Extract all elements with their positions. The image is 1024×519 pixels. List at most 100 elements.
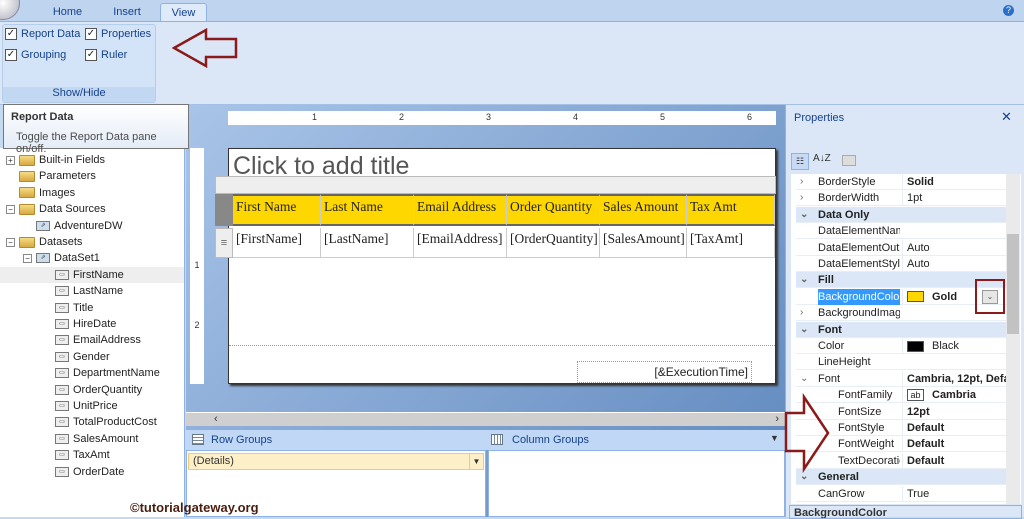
scroll-right-icon[interactable]: › (775, 413, 779, 425)
tree-item[interactable]: ▭ SalesAmount (55, 431, 138, 447)
vertical-scrollbar[interactable] (1006, 174, 1020, 504)
property-value-cell[interactable]: ab Cambria (902, 387, 1006, 404)
tree-item[interactable]: ▭ OrderDate (55, 464, 124, 480)
collapse-icon[interactable]: ⌄ (800, 207, 808, 223)
color-dropdown-chevron-icon[interactable]: ⌄ (982, 290, 998, 304)
property-row[interactable]: CanGrow True (796, 485, 1006, 502)
property-row[interactable]: › BorderStyle Solid (796, 174, 1006, 190)
header-cell[interactable]: Tax Amt (687, 194, 775, 226)
app-button[interactable] (0, 0, 20, 20)
header-cell[interactable]: Last Name (321, 194, 414, 226)
property-value-cell[interactable]: 1pt (902, 190, 1006, 207)
header-cell[interactable]: First Name (233, 194, 321, 226)
collapse-icon[interactable]: − (6, 237, 15, 247)
detail-cell[interactable]: [SalesAmount] (600, 228, 687, 258)
tree-item-label: Gender (73, 350, 110, 363)
property-category[interactable]: ⌄ Data Only (796, 206, 1006, 223)
details-row-handle-icon[interactable]: ≡ (215, 228, 233, 258)
report-data-checkbox[interactable]: ✓ Report Data (5, 28, 80, 40)
column-handles[interactable] (215, 176, 776, 194)
category-label: Fill (818, 274, 834, 287)
header-cell[interactable]: Sales Amount (600, 194, 687, 226)
tree-item[interactable]: Parameters (6, 168, 96, 184)
properties-checkbox[interactable]: ✓ Properties (85, 28, 151, 40)
scroll-left-icon[interactable]: ‹ (214, 413, 218, 425)
chevron-down-icon[interactable]: ▼ (469, 454, 483, 469)
detail-cell[interactable]: [TaxAmt] (687, 228, 775, 258)
row-handle[interactable] (215, 194, 233, 226)
dropdown-arrow-icon[interactable]: ▼ (770, 433, 779, 443)
property-value-cell[interactable]: Solid (902, 174, 1006, 190)
tree-item[interactable]: − ⇗ DataSet1 (23, 250, 100, 266)
detail-cell[interactable]: [FirstName] (233, 228, 321, 258)
tab-insert[interactable]: Insert (103, 3, 151, 22)
property-value-cell[interactable]: Default (902, 420, 1006, 436)
tree-item-label: DepartmentName (73, 367, 160, 380)
detail-cell[interactable]: [EmailAddress] (414, 228, 507, 258)
tree-item[interactable]: ▭ UnitPrice (55, 398, 118, 414)
tablix[interactable]: ≡ First Name [FirstName] Last Name [LastName… (215, 176, 776, 258)
collapse-icon[interactable]: ⌄ (800, 322, 808, 338)
expand-icon[interactable]: › (800, 305, 803, 321)
tree-item[interactable]: ▭ TaxAmt (55, 447, 110, 463)
grouping-checkbox[interactable]: ✓ Grouping (5, 49, 66, 61)
ruler-checkbox[interactable]: ✓ Ruler (85, 49, 127, 61)
property-pages-icon[interactable] (842, 155, 856, 166)
tree-item[interactable]: ▭ LastName (55, 283, 123, 299)
tree-item[interactable]: − Data Sources (6, 201, 106, 217)
property-row[interactable]: ⌄ Font Cambria, 12pt, Default (796, 370, 1006, 387)
field-icon: ▭ (55, 384, 69, 395)
tree-item[interactable]: ▭ OrderQuantity (55, 382, 142, 398)
property-row[interactable]: DataElementOutput Auto (796, 239, 1006, 256)
tree-item[interactable]: ▭ EmailAddress (55, 332, 141, 348)
expand-icon[interactable]: + (6, 155, 15, 165)
header-cell[interactable]: Order Quantity (507, 194, 600, 226)
expand-icon[interactable]: › (800, 174, 803, 190)
header-cell[interactable]: Email Address (414, 194, 507, 226)
property-value-cell[interactable]: Black (902, 338, 1006, 354)
property-value-cell[interactable]: Auto (902, 239, 1006, 256)
horizontal-scrollbar[interactable]: ‹ › (186, 412, 785, 426)
property-value-cell[interactable]: Cambria, 12pt, Default (902, 370, 1006, 387)
tree-item[interactable]: ▭ HireDate (55, 316, 116, 332)
details-group[interactable]: (Details) ▼ (188, 453, 484, 470)
sort-alphabetical-icon[interactable]: A↓Z (813, 153, 831, 164)
property-row[interactable]: LineHeight (796, 354, 1006, 371)
tree-item[interactable]: − Datasets (6, 234, 82, 250)
tree-item[interactable]: ▭ TotalProductCost (55, 414, 157, 430)
tree-item[interactable]: ⇗ AdventureDW (23, 218, 122, 234)
property-value-cell[interactable]: Default (902, 436, 1006, 453)
tree-item[interactable]: ▭ Title (55, 300, 93, 316)
categorized-icon[interactable]: ☷ (791, 153, 809, 170)
property-name: FontStyle (838, 422, 885, 434)
scrollbar-thumb[interactable] (1007, 234, 1019, 334)
expand-icon[interactable]: ⌄ (800, 371, 808, 387)
tree-item[interactable]: Images (6, 185, 75, 201)
property-row[interactable]: › BorderWidth 1pt (796, 190, 1006, 207)
category-label: Data Only (818, 208, 870, 221)
property-category[interactable]: ⌄ Font (796, 321, 1006, 338)
tree-item-label: EmailAddress (73, 334, 141, 347)
tab-view[interactable]: View (160, 3, 207, 22)
tree-item[interactable]: ▭ Gender (55, 349, 110, 365)
tree-item[interactable]: ▭ DepartmentName (55, 365, 160, 381)
detail-cell[interactable]: [OrderQuantity] (507, 228, 600, 258)
tab-home[interactable]: Home (45, 3, 90, 22)
expand-icon[interactable]: › (800, 190, 803, 206)
property-value-cell[interactable]: Auto (902, 256, 1006, 272)
collapse-icon[interactable]: − (6, 204, 15, 214)
property-value-cell[interactable]: 12pt (902, 403, 1006, 420)
property-value-cell[interactable]: Default (902, 452, 1006, 469)
tree-item[interactable]: ▭ FirstName (0, 266, 184, 283)
property-row[interactable]: DataElementStyle Auto (796, 256, 1006, 272)
collapse-icon[interactable]: ⌄ (800, 272, 808, 288)
ruler-tick: 1 (312, 112, 318, 122)
execution-time-textbox[interactable]: [&ExecutionTime] (577, 361, 752, 383)
close-icon[interactable]: ✕ (1001, 109, 1012, 125)
property-row[interactable]: Color Black (796, 338, 1006, 354)
property-row[interactable]: DataElementName (796, 223, 1006, 240)
detail-cell[interactable]: [LastName] (321, 228, 414, 258)
help-icon[interactable]: ? (1003, 5, 1014, 16)
property-value-cell[interactable]: True (902, 485, 1006, 502)
collapse-icon[interactable]: − (23, 253, 32, 263)
